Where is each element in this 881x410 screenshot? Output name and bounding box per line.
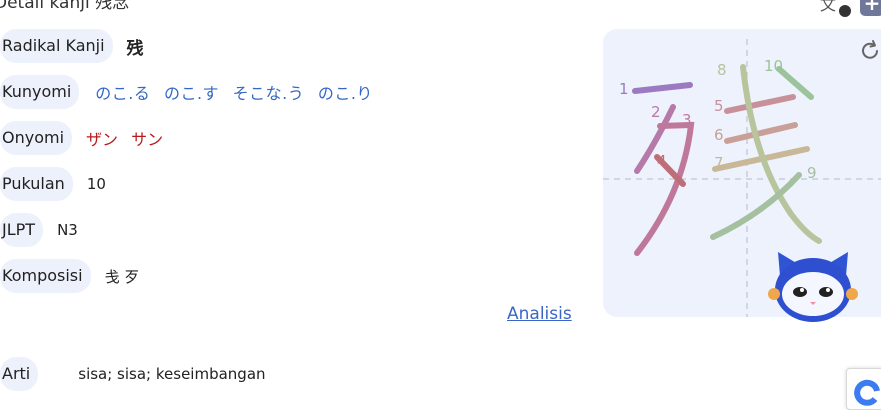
stroke-1 — [632, 82, 693, 94]
strokes-label: Pukulan — [0, 167, 73, 201]
stroke-10 — [776, 66, 814, 100]
replay-icon[interactable] — [858, 39, 881, 63]
stroke-number: 3 — [682, 111, 692, 129]
meaning-row: Arti sisa; sisa; keseimbangan — [0, 357, 266, 391]
stroke-5 — [724, 94, 796, 114]
stroke-number: 8 — [717, 61, 727, 79]
kunyomi-reading[interactable]: のこ.す — [164, 84, 219, 103]
jlpt-value: N3 — [57, 221, 78, 239]
jlpt-label: JLPT — [0, 213, 44, 247]
radical-label: Radikal Kanji — [0, 29, 113, 63]
meaning-label: Arti — [0, 357, 39, 391]
radical-row: Radikal Kanji 残 — [0, 29, 144, 63]
page-title: Detail kanji 残念 — [0, 0, 130, 13]
stroke-number: 6 — [714, 126, 724, 144]
kunyomi-reading[interactable]: のこ.り — [318, 84, 373, 103]
kunyomi-row: Kunyomi のこ.る のこ.す そこな.う のこ.り — [0, 75, 381, 109]
kunyomi-values: のこ.る のこ.す そこな.う のこ.り — [95, 80, 381, 104]
onyomi-label: Onyomi — [0, 121, 73, 155]
kunyomi-reading[interactable]: そこな.う — [233, 84, 305, 103]
composition-label: Komposisi — [0, 259, 91, 293]
onyomi-values: ザン サン — [86, 126, 171, 150]
analysis-link[interactable]: Analisis — [507, 304, 572, 324]
stroke-number: 2 — [651, 103, 661, 121]
composition-value[interactable]: 戋 歹 — [105, 266, 140, 287]
stroke-number: 1 — [619, 80, 629, 98]
svg-text:文: 文 — [820, 0, 836, 14]
radical-value[interactable]: 残 — [127, 34, 144, 59]
onyomi-reading[interactable]: サン — [131, 130, 163, 149]
kunyomi-label: Kunyomi — [0, 75, 80, 109]
stroke-number: 7 — [714, 154, 724, 172]
stroke-6 — [724, 122, 798, 144]
stroke-number: 5 — [714, 97, 724, 115]
composition-row: Komposisi 戋 歹 — [0, 259, 139, 293]
add-icon[interactable]: + — [860, 0, 881, 16]
google-translate-icon[interactable] — [846, 368, 881, 410]
stroke-number: 9 — [807, 164, 817, 182]
jlpt-row: JLPT N3 — [0, 213, 78, 247]
onyomi-reading[interactable]: ザン — [86, 130, 118, 149]
kunyomi-reading[interactable]: のこ.る — [95, 84, 150, 103]
stroke-number: 4 — [657, 152, 667, 170]
stroke-3 — [634, 121, 695, 256]
strokes-row: Pukulan 10 — [0, 167, 106, 201]
strokes-value: 10 — [86, 175, 106, 193]
stroke-number: 10 — [764, 57, 783, 75]
onyomi-row: Onyomi ザン サン — [0, 121, 171, 155]
robot-cat-mascot[interactable] — [766, 246, 860, 326]
translate-icon[interactable]: 文 — [818, 0, 854, 18]
meaning-value: sisa; sisa; keseimbangan — [78, 365, 266, 383]
